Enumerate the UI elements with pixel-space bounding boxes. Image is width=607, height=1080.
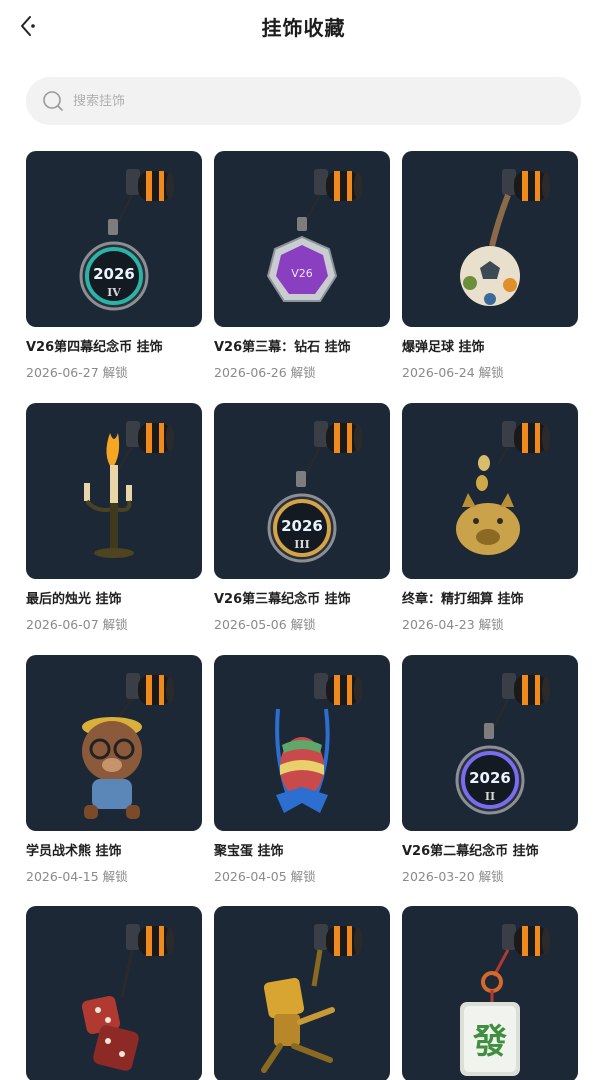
charm-thumbnail[interactable]: V26 bbox=[214, 151, 390, 327]
charm-card[interactable] bbox=[26, 906, 202, 1080]
unlock-date: 2026-04-05 解锁 bbox=[214, 869, 316, 884]
unlock-date: 2026-04-15 解锁 bbox=[26, 869, 128, 884]
teddy-bear-icon bbox=[82, 673, 174, 819]
charm-thumbnail[interactable] bbox=[26, 655, 202, 831]
medal-2026-iii-icon: 2026 III bbox=[267, 421, 362, 563]
svg-text:III: III bbox=[294, 538, 309, 551]
piggy-bank-icon bbox=[456, 421, 550, 555]
charm-card[interactable]: 终章：精打细算 挂饰 2026-04-23 解锁 bbox=[402, 403, 578, 633]
medal-2026-ii-icon: 2026 II bbox=[455, 673, 550, 815]
golden-robot-icon bbox=[261, 924, 362, 1073]
search-icon bbox=[43, 91, 63, 111]
charm-card[interactable]: 爆弹足球 挂饰 2026-06-24 解锁 bbox=[402, 151, 578, 381]
charm-thumbnail[interactable]: 2026 II bbox=[402, 655, 578, 831]
unlock-date: 2026-04-23 解锁 bbox=[402, 617, 504, 632]
unlock-date: 2026-05-06 解锁 bbox=[214, 617, 316, 632]
charm-name: 聚宝蛋 挂饰 bbox=[214, 844, 284, 859]
page-title: 挂饰收藏 bbox=[261, 15, 346, 40]
charm-card[interactable]: 2026 IV V26第四幕纪念币 挂饰 2026-06-27 解锁 bbox=[26, 151, 202, 381]
unlock-date: 2026-03-20 解锁 bbox=[402, 869, 504, 884]
charm-name: 爆弹足球 挂饰 bbox=[402, 340, 485, 355]
charm-thumbnail[interactable] bbox=[214, 655, 390, 831]
unlock-date: 2026-06-24 解锁 bbox=[402, 365, 504, 380]
medal-2026-iv-icon: 2026 IV bbox=[79, 169, 174, 311]
svg-text:2026: 2026 bbox=[93, 265, 135, 283]
svg-text:2026: 2026 bbox=[281, 517, 323, 535]
charm-name: V26第三幕：钻石 挂饰 bbox=[214, 340, 351, 355]
charm-card[interactable]: 学员战术熊 挂饰 2026-04-15 解锁 bbox=[26, 655, 202, 885]
mahjong-tile-icon: 發 bbox=[460, 924, 550, 1076]
charm-name: V26第二幕纪念币 挂饰 bbox=[402, 844, 539, 859]
charm-card[interactable]: 2026 III V26第三幕纪念币 挂饰 2026-05-06 解锁 bbox=[214, 403, 390, 633]
unlock-date: 2026-06-27 解锁 bbox=[26, 365, 128, 380]
charm-card[interactable]: 2026 II V26第二幕纪念币 挂饰 2026-03-20 解锁 bbox=[402, 655, 578, 885]
charm-thumbnail[interactable] bbox=[26, 906, 202, 1080]
search-input[interactable] bbox=[73, 93, 553, 109]
unlock-date: 2026-06-26 解锁 bbox=[214, 365, 316, 380]
dice-icon bbox=[81, 924, 174, 1071]
charm-thumbnail[interactable]: 發 bbox=[402, 906, 578, 1080]
back-arrow-icon bbox=[21, 16, 35, 36]
svg-text:V26: V26 bbox=[291, 267, 313, 280]
soccer-ball-icon bbox=[460, 169, 550, 306]
back-button[interactable] bbox=[14, 12, 42, 40]
charm-card[interactable] bbox=[214, 906, 390, 1080]
charm-thumbnail[interactable] bbox=[214, 906, 390, 1080]
charm-card[interactable]: 發 bbox=[402, 906, 578, 1080]
candelabra-icon bbox=[84, 421, 174, 558]
search-bar[interactable] bbox=[26, 77, 581, 125]
svg-text:IV: IV bbox=[107, 286, 121, 299]
svg-text:II: II bbox=[485, 790, 495, 803]
unlock-date: 2026-06-07 解锁 bbox=[26, 617, 128, 632]
charm-name: 终章：精打细算 挂饰 bbox=[402, 592, 524, 607]
charm-card[interactable]: 最后的烛光 挂饰 2026-06-07 解锁 bbox=[26, 403, 202, 633]
charm-card[interactable]: V26 V26第三幕：钻石 挂饰 2026-06-26 解锁 bbox=[214, 151, 390, 381]
charm-name: V26第四幕纪念币 挂饰 bbox=[26, 340, 163, 355]
top-bar: 挂饰收藏 bbox=[0, 0, 607, 52]
charm-card[interactable]: 聚宝蛋 挂饰 2026-04-05 解锁 bbox=[214, 655, 390, 885]
charm-thumbnail[interactable] bbox=[26, 403, 202, 579]
svg-text:發: 發 bbox=[472, 1022, 507, 1062]
charm-thumbnail[interactable]: 2026 IV bbox=[26, 151, 202, 327]
charm-name: 学员战术熊 挂饰 bbox=[26, 844, 122, 859]
diamond-badge-icon: V26 bbox=[266, 169, 362, 302]
easter-egg-icon bbox=[275, 673, 362, 813]
svg-text:2026: 2026 bbox=[469, 769, 511, 787]
charm-name: V26第三幕纪念币 挂饰 bbox=[214, 592, 351, 607]
charm-thumbnail[interactable] bbox=[402, 403, 578, 579]
charm-name: 最后的烛光 挂饰 bbox=[26, 592, 122, 607]
charm-thumbnail[interactable] bbox=[402, 151, 578, 327]
charm-thumbnail[interactable]: 2026 III bbox=[214, 403, 390, 579]
